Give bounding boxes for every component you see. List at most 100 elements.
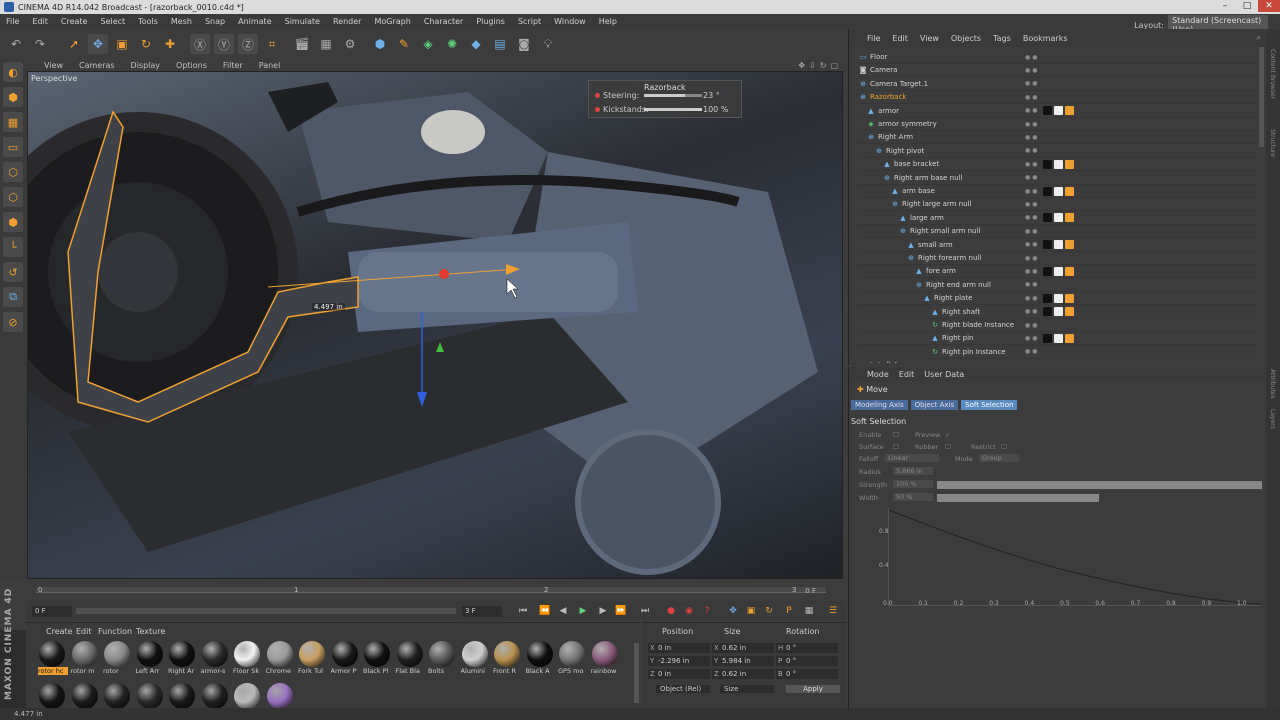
visibility-dots-icon[interactable]: ●● <box>1025 255 1039 262</box>
menu-select[interactable]: Select <box>100 17 125 26</box>
mode-dropdown[interactable]: Group <box>979 454 1019 462</box>
redo-icon[interactable]: ↷ <box>30 34 50 54</box>
menu-animate[interactable]: Animate <box>238 17 272 26</box>
object-row[interactable]: ▲ Right plate ●● <box>857 292 1257 306</box>
visibility-dots-icon[interactable]: ●● <box>1025 121 1039 128</box>
menu-character[interactable]: Character <box>424 17 464 26</box>
tag-icon[interactable] <box>1065 333 1074 343</box>
rotation-key-icon[interactable]: ↻ <box>762 604 776 618</box>
object-row[interactable]: ⊕Left Arm ●● <box>857 359 1257 363</box>
tag-icon[interactable] <box>1065 266 1074 276</box>
position-key-icon[interactable]: ✥ <box>726 604 740 618</box>
object-row[interactable]: ⊕ Right large arm null ●● <box>857 198 1257 212</box>
object-scrollbar[interactable] <box>1259 47 1264 147</box>
maximize-button[interactable]: □ <box>1236 0 1258 12</box>
y-axis-icon[interactable]: Ⓨ <box>214 34 234 54</box>
tag-icon[interactable] <box>1043 213 1052 223</box>
size-mode-dropdown[interactable]: Size <box>720 685 774 693</box>
tag-icon[interactable] <box>1065 186 1074 196</box>
width-slider[interactable] <box>937 494 1099 502</box>
render-view-icon[interactable]: 🎬︎ <box>292 34 312 54</box>
subdivision-icon[interactable]: ◈ <box>418 34 438 54</box>
object-tags[interactable] <box>1043 106 1076 116</box>
object-row[interactable]: ⊕ Camera Target.1 ●● <box>857 78 1257 91</box>
undo-icon[interactable]: ↶ <box>6 34 26 54</box>
object-row[interactable]: ⊕ Right small arm null ●● <box>857 225 1257 239</box>
visibility-dots-icon[interactable]: ●● <box>1025 335 1039 342</box>
tag-icon[interactable] <box>1054 159 1063 169</box>
workplane-icon[interactable]: ▭ <box>3 137 23 157</box>
object-row[interactable]: ▲ small arm ●● <box>857 239 1257 252</box>
close-button[interactable]: ✕ <box>1258 0 1280 12</box>
minimize-button[interactable]: – <box>1214 0 1236 12</box>
visibility-dots-icon[interactable]: ●● <box>1025 134 1039 141</box>
object-row[interactable]: ⊕ Razorback ●● <box>857 91 1257 105</box>
object-row[interactable]: ⊕ Right forearm null ●● <box>857 252 1257 265</box>
rubber-checkbox[interactable]: ☐ <box>945 443 951 451</box>
object-row[interactable]: ⊕ Right Arm ●● <box>857 131 1257 145</box>
object-row[interactable]: ▭ Floor ●● <box>857 51 1257 64</box>
obj-menu-objects[interactable]: Objects <box>951 34 981 43</box>
z-axis-icon[interactable]: Ⓩ <box>238 34 258 54</box>
object-tags[interactable] <box>1043 186 1076 196</box>
menu-script[interactable]: Script <box>518 17 541 26</box>
last-tool-icon[interactable]: ✚ <box>160 34 180 54</box>
polygons-mode-icon[interactable]: ⬢ <box>3 212 23 232</box>
visibility-dots-icon[interactable]: ●● <box>1025 281 1039 288</box>
previous-key-icon[interactable]: ⏪ <box>538 604 552 618</box>
restrict-checkbox[interactable]: ☐ <box>1001 443 1007 451</box>
object-row[interactable]: ◙ Camera ●● <box>857 64 1257 78</box>
strength-field[interactable]: 100 % <box>893 480 933 488</box>
material-swatch[interactable]: armor-s <box>201 641 229 677</box>
object-row[interactable]: ▲ fore arm ●● <box>857 265 1257 279</box>
tag-icon[interactable] <box>1043 333 1052 343</box>
floor-scene-icon[interactable]: ▤ <box>490 34 510 54</box>
x-axis-icon[interactable]: Ⓧ <box>190 34 210 54</box>
menu-edit[interactable]: Edit <box>32 17 48 26</box>
perspective-viewport[interactable]: Perspective 4.497 in <box>27 71 843 579</box>
object-row[interactable]: ↻ Right blade Instance ●● <box>857 319 1257 332</box>
visibility-dots-icon[interactable]: ●● <box>1025 362 1039 363</box>
object-tags[interactable] <box>1043 240 1076 250</box>
apply-button[interactable]: Apply <box>786 685 840 693</box>
tag-icon[interactable] <box>1065 106 1074 116</box>
obj-menu-tags[interactable]: Tags <box>993 34 1011 43</box>
visibility-dots-icon[interactable]: ●● <box>1025 67 1039 74</box>
attr-menu-user-data[interactable]: User Data <box>924 370 964 379</box>
rotation-p-field[interactable]: P0 ° <box>776 656 838 666</box>
mat-menu-edit[interactable]: Edit <box>76 627 92 636</box>
go-to-start-icon[interactable]: ⏮ <box>516 604 530 618</box>
coordinate-mode-dropdown[interactable]: Object (Rel) <box>656 685 710 693</box>
viewport-nav-icons[interactable]: ✥⇩↻▢ <box>798 61 842 70</box>
scale-key-icon[interactable]: ▣ <box>744 604 758 618</box>
live-selection-icon[interactable]: ➚ <box>64 34 84 54</box>
object-row[interactable]: ⊕ Right end arm null ●● <box>857 279 1257 292</box>
object-row[interactable]: ▲ Right shaft ●● <box>857 306 1257 319</box>
next-frame-icon[interactable]: ▶ <box>596 604 610 618</box>
size-z-field[interactable]: Z 0.62 in <box>712 669 774 679</box>
array-icon[interactable]: ✺ <box>442 34 462 54</box>
material-swatch[interactable]: Front R <box>493 641 521 677</box>
tag-icon[interactable] <box>1054 106 1063 116</box>
falloff-dropdown[interactable]: Linear <box>885 454 939 462</box>
tweak-mode-icon[interactable]: ↺ <box>3 262 23 282</box>
visibility-dots-icon[interactable]: ●● <box>1025 107 1039 114</box>
object-row[interactable]: ↻ Right pin Instance ●● <box>857 346 1257 359</box>
visibility-dots-icon[interactable]: ●● <box>1025 161 1039 168</box>
move-tool-icon[interactable]: ✥ <box>88 34 108 54</box>
viewport-menu-cameras[interactable]: Cameras <box>79 61 115 70</box>
tag-icon[interactable] <box>1065 307 1074 317</box>
menu-window[interactable]: Window <box>554 17 586 26</box>
camera-icon[interactable]: ◙ <box>514 34 534 54</box>
material-swatch[interactable]: Alumini <box>461 641 489 677</box>
pla-key-icon[interactable]: ▦ <box>802 604 816 618</box>
tag-icon[interactable] <box>1043 293 1052 303</box>
tab-object-axis[interactable]: Object Axis <box>910 400 959 410</box>
tag-icon[interactable] <box>1043 240 1052 250</box>
scale-tool-icon[interactable]: ▣ <box>112 34 132 54</box>
object-row[interactable]: ▲ large arm ●● <box>857 212 1257 225</box>
material-swatch[interactable]: Right Ar <box>168 641 196 677</box>
viewport-menu-filter[interactable]: Filter <box>223 61 243 70</box>
object-row[interactable]: ▲ armor ●● <box>857 105 1257 118</box>
material-swatch[interactable]: rotor <box>103 641 131 677</box>
